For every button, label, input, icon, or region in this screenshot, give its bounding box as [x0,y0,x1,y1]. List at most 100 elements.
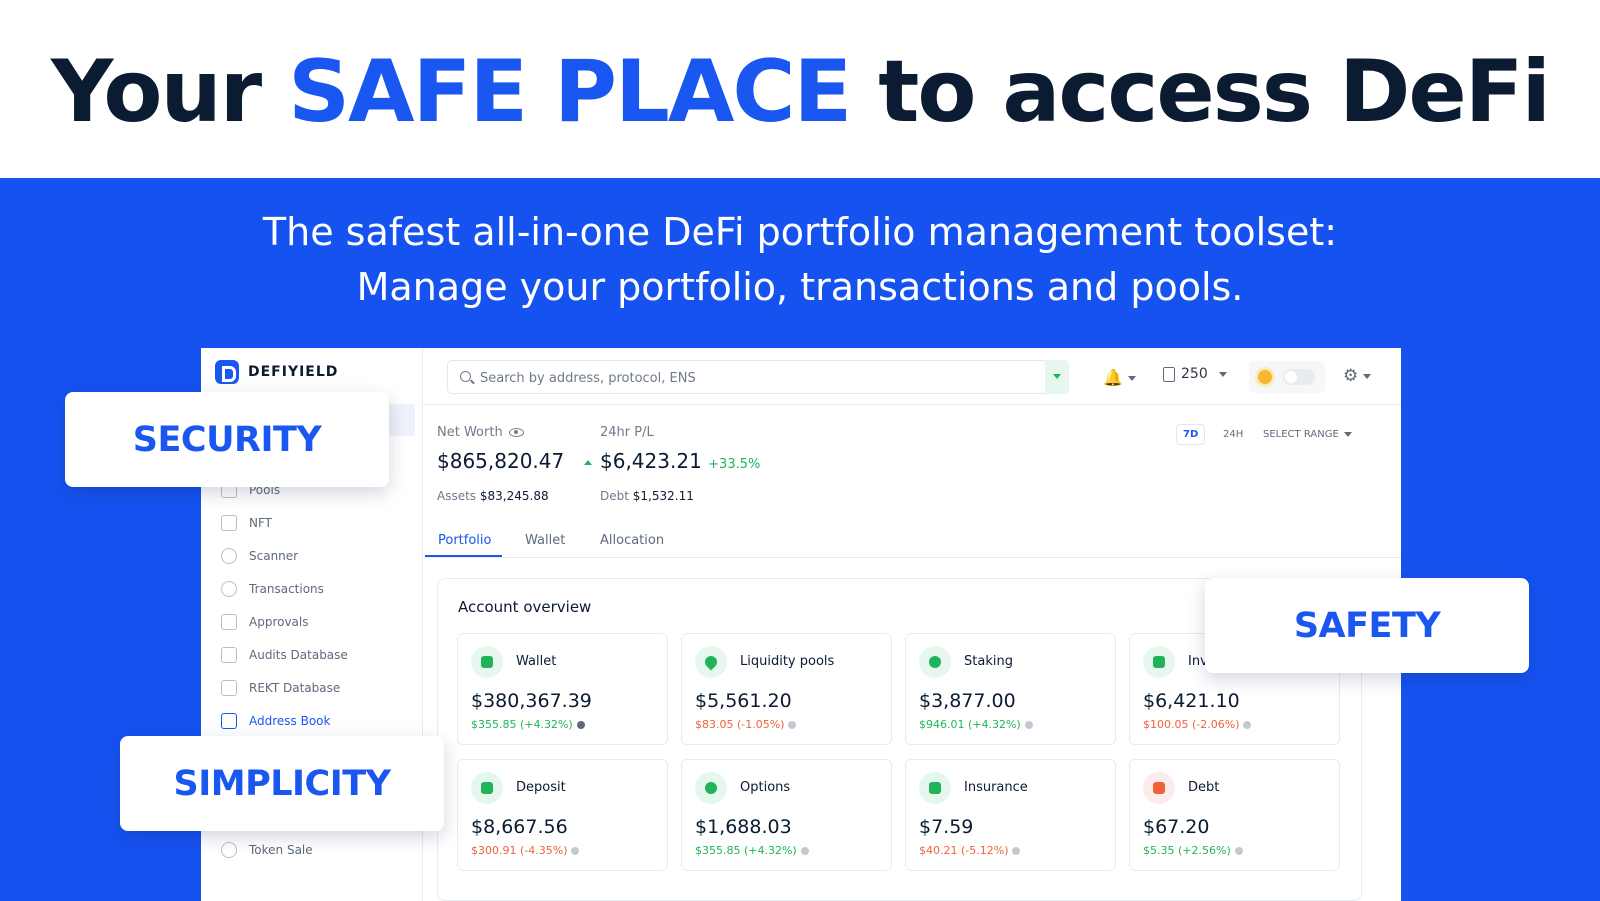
theme-switcher[interactable] [1249,361,1325,393]
address-book-icon [221,713,237,729]
nft-icon [221,515,237,531]
info-icon[interactable] [788,721,797,729]
theme-toggle[interactable] [1283,369,1315,385]
card-value: $6,421.10 [1143,690,1240,712]
hero-section: Your SAFE PLACE to access DeFi [0,0,1600,178]
card-change: $5.35 (+2.56%) [1143,844,1243,857]
overview-card-debt[interactable]: Debt $67.20 $5.35 (+2.56%) [1129,759,1340,871]
eye-icon[interactable] [508,428,524,437]
info-icon[interactable] [571,847,580,855]
card-change: $40.21 (-5.12%) [919,844,1021,857]
gas-price-button[interactable]: 250 [1163,366,1227,382]
sidebar-item-scanner[interactable]: Scanner [221,548,298,564]
info-icon[interactable] [1234,847,1243,855]
sidebar-item-label: Approvals [249,615,309,629]
sidebar-item-label: NFT [249,516,272,530]
sidebar-item-label: Scanner [249,549,299,563]
card-value: $380,367.39 [471,690,592,712]
card-name: Liquidity pools [740,654,835,669]
simplicity-badge: SIMPLICITY [120,736,444,831]
info-icon[interactable] [800,847,809,855]
overview-card-liquidity-pools[interactable]: Liquidity pools $5,561.20 $83.05 (-1.05%… [681,633,892,745]
hero-title: Your SAFE PLACE to access DeFi [0,42,1600,142]
bell-icon: 🔔 [1103,368,1123,387]
trend-up-icon [584,460,592,465]
account-overview-title: Account overview [458,598,592,616]
tab-active-underline [425,555,502,557]
safety-badge: SAFETY [1205,578,1529,673]
info-icon[interactable] [1243,721,1252,729]
search-icon [460,371,471,382]
range-7d-button[interactable]: 7D [1176,424,1206,445]
sidebar-item-label: Transactions [249,582,324,596]
tab-portfolio[interactable]: Portfolio [438,533,491,548]
card-name: Wallet [516,654,557,669]
approvals-icon [221,614,237,630]
pl-amount: $6,423.21 [600,449,702,473]
sidebar-item-label: Address Book [249,714,331,728]
defiyield-logo-icon [215,360,239,384]
pl-label: 24hr P/L [600,425,654,440]
wallet-icon [471,646,503,678]
net-worth-value: $865,820.47 [437,449,565,473]
tagline-line-2: Manage your portfolio, transactions and … [356,265,1244,309]
sidebar-item-label: Token Sale [249,843,313,857]
info-icon[interactable] [1024,721,1033,729]
overview-card-insurance[interactable]: Insurance $7.59 $40.21 (-5.12%) [905,759,1116,871]
security-badge: SECURITY [65,392,389,487]
info-icon[interactable] [576,721,585,729]
notifications-button[interactable]: 🔔 [1103,368,1136,387]
sidebar-item-address-book[interactable]: Address Book [221,713,330,729]
debt-label: Debt [600,489,629,503]
tab-wallet[interactable]: Wallet [525,533,565,548]
range-24h-button[interactable]: 24H [1223,429,1243,440]
sidebar-item-audits[interactable]: Audits Database [221,647,348,663]
settings-button[interactable]: ⚙ [1343,366,1372,386]
overview-card-staking[interactable]: Staking $3,877.00 $946.01 (+4.32%) [905,633,1116,745]
card-value: $1,688.03 [695,816,792,838]
sidebar-item-nft[interactable]: NFT [221,515,272,531]
card-name: Staking [964,654,1013,669]
sidebar-item-transactions[interactable]: Transactions [221,581,324,597]
card-change: $300.91 (-4.35%) [471,844,580,857]
pl-percent: +33.5% [708,457,761,472]
search-dropdown-button[interactable] [1045,360,1069,394]
transactions-icon [221,581,237,597]
debt-summary: Debt $1,532.11 [600,489,694,503]
card-change: $100.05 (-2.06%) [1143,718,1252,731]
card-value: $7.59 [919,816,974,838]
gas-value: 250 [1181,366,1208,382]
overview-card-wallet[interactable]: Wallet $380,367.39 $355.85 (+4.32%) [457,633,668,745]
overview-card-options[interactable]: Options $1,688.03 $355.85 (+4.32%) [681,759,892,871]
card-name: Options [740,780,791,795]
select-range-button[interactable]: SELECT RANGE [1263,429,1352,440]
brand[interactable]: DEFIYIELD [215,360,338,384]
chevron-down-icon [1127,376,1136,381]
assets-label: Assets [437,489,477,503]
overview-card-deposit[interactable]: Deposit $8,667.56 $300.91 (-4.35%) [457,759,668,871]
gear-icon: ⚙ [1343,366,1359,386]
sidebar-item-approvals[interactable]: Approvals [221,614,309,630]
tagline-line-1: The safest all-in-one DeFi portfolio man… [262,210,1338,254]
audits-icon [221,647,237,663]
staking-icon [919,646,951,678]
hero-title-post: to access DeFi [850,42,1551,142]
card-change: $355.85 (+4.32%) [695,844,809,857]
sidebar-item-label: Audits Database [249,648,348,662]
net-worth-label: Net Worth [437,425,524,440]
sidebar-item-rekt[interactable]: REKT Database [221,680,340,696]
card-value: $8,667.56 [471,816,568,838]
token-sale-icon [221,842,237,858]
card-name: Insurance [964,780,1028,795]
chevron-down-icon [1218,371,1227,377]
card-value: $5,561.20 [695,690,792,712]
info-icon[interactable] [1012,847,1021,855]
tabs-divider [423,557,1401,558]
search-box[interactable] [447,360,1069,394]
pl-value: $6,423.21 +33.5% [584,449,760,473]
search-input[interactable] [480,368,1040,388]
tab-allocation[interactable]: Allocation [600,533,664,548]
card-change: $946.01 (+4.32%) [919,718,1033,731]
sidebar-item-token-sale[interactable]: Token Sale [221,842,313,858]
clock-icon [695,772,727,804]
